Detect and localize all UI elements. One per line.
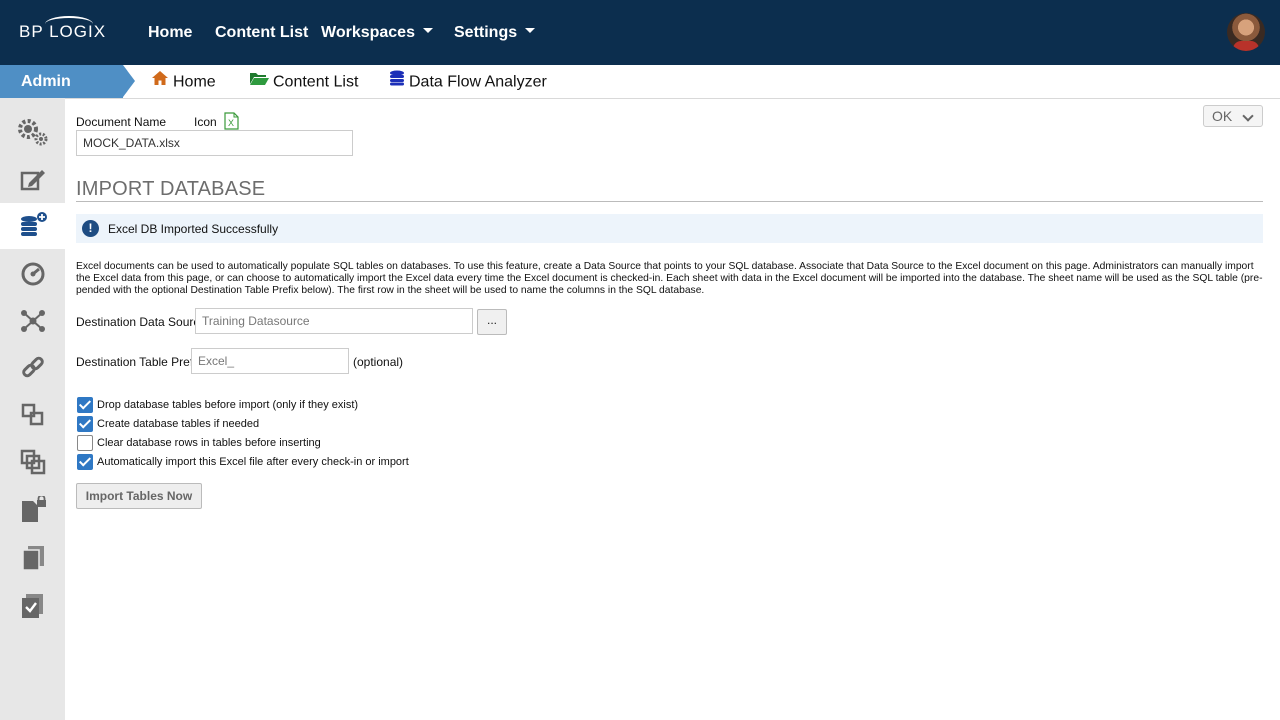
clear-rows-label: Clear database rows in tables before ins… [97,437,321,449]
bp-logix-logo[interactable]: BP LOGIX [19,16,106,42]
nav-workspaces[interactable]: Workspaces [321,24,433,42]
section-title: IMPORT DATABASE [76,178,266,200]
user-avatar[interactable] [1227,13,1265,51]
nav-workspaces-label: Workspaces [321,24,415,41]
caret-down-icon [422,28,433,34]
destination-table-prefix-label: Destination Table Prefix [76,355,202,369]
auto-import-label: Automatically import this Excel file aft… [97,456,409,468]
nav-settings[interactable]: Settings [454,24,536,42]
database-add-icon[interactable] [0,203,65,249]
gears-icon[interactable] [0,109,65,155]
caret-down-icon [525,28,536,34]
breadcrumb-home-label: Home [173,73,216,91]
document-name-label: Document Name [76,115,167,129]
checklist-icon[interactable] [0,583,65,629]
chevron-down-icon [1242,110,1254,122]
locked-file-icon[interactable] [0,487,65,533]
clear-rows-checkbox[interactable] [77,435,93,451]
drop-tables-checkbox[interactable] [77,397,93,413]
create-tables-checkbox[interactable] [77,416,93,432]
exclamation-icon: ! [82,220,99,237]
breadcrumb-data-flow-analyzer[interactable]: Data Flow Analyzer [389,70,547,93]
layers-square-icon[interactable] [0,439,65,485]
destination-data-source-label: Destination Data Source [76,315,207,329]
success-alert: ! Excel DB Imported Successfully [76,214,1263,243]
alert-message: Excel DB Imported Successfully [108,222,279,236]
svg-text:X: X [228,118,234,128]
icon-label: Icon [194,115,217,129]
create-tables-label: Create database tables if needed [97,418,260,430]
breadcrumb-content-list[interactable]: Content List [249,72,358,93]
destination-table-prefix-input[interactable] [191,348,349,374]
breadcrumb-content-list-label: Content List [273,73,359,91]
browse-data-source-button[interactable]: ... [477,309,507,335]
admin-profile-tab[interactable]: Admin Profile [0,65,135,123]
destination-data-source-input[interactable] [195,308,473,334]
breadcrumb-data-flow-label: Data Flow Analyzer [409,73,547,91]
database-icon [389,70,405,91]
network-icon[interactable] [0,298,65,344]
ok-button-label: OK [1212,108,1233,124]
documents-icon[interactable] [0,535,65,581]
folder-open-icon [249,70,269,91]
copy-square-icon[interactable] [0,392,65,438]
nav-content-list[interactable]: Content List [215,24,308,42]
nav-home[interactable]: Home [148,24,192,42]
document-name-input[interactable] [76,130,353,156]
home-icon [151,70,169,91]
drop-tables-label: Drop database tables before import (only… [97,399,359,411]
top-navigation: BP LOGIX Home Content List Workspaces Se… [0,0,1280,65]
section-divider [76,201,1263,202]
dashboard-gauge-icon[interactable] [0,251,65,297]
link-icon[interactable] [0,345,65,391]
description-text: Excel documents can be used to automatic… [76,261,1263,296]
import-tables-now-button[interactable]: Import Tables Now [76,483,202,509]
auto-import-checkbox[interactable] [77,454,93,470]
ok-button[interactable]: OK [1203,105,1263,127]
nav-settings-label: Settings [454,24,518,41]
breadcrumb-bar: Admin Profile Home Content List Data Flo… [0,65,1280,123]
breadcrumb-home[interactable]: Home [151,70,216,93]
edit-icon[interactable] [0,157,65,203]
optional-label: (optional) [353,355,404,369]
left-sidebar [0,98,65,720]
